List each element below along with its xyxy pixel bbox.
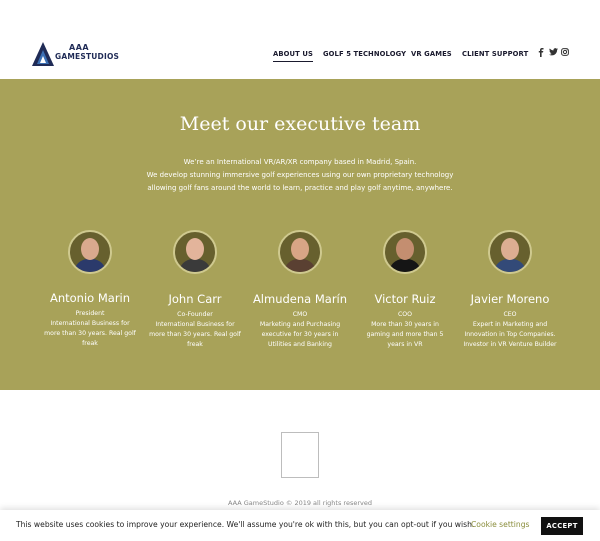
member-bio-line: executive for 30 years in — [261, 331, 339, 338]
member-role: COO — [397, 311, 413, 318]
member-description: CEO Expert in Marketing and Innovation i… — [455, 310, 565, 350]
cookie-consent-bar: This website uses cookies to improve you… — [0, 510, 600, 541]
twitter-icon[interactable] — [549, 48, 558, 58]
intro-line-3: allowing golf fans around the world to l… — [147, 184, 453, 192]
avatar-victor-ruiz — [383, 230, 427, 274]
member-bio-line: freak — [187, 341, 203, 348]
member-name: Almudena Marín — [252, 292, 348, 306]
member-role: Co-Founder — [177, 311, 213, 318]
member-bio-line: freak — [82, 340, 98, 347]
logo-text: AAA GAMESTUDIOS — [55, 43, 119, 61]
intro-line-1: We’re an International VR/AR/XR company … — [183, 158, 417, 166]
nav-about-us[interactable]: ABOUT US — [273, 50, 313, 62]
avatar-almudena-marin — [278, 230, 322, 274]
member-name: Antonio Marin — [49, 291, 131, 305]
nav-golf-5-technology[interactable]: GOLF 5 TECHNOLOGY — [323, 50, 406, 58]
cookie-message: This website uses cookies to improve you… — [16, 520, 475, 529]
logo-triangle-icon — [32, 42, 54, 66]
member-description: Co-Founder International Business for mo… — [140, 310, 250, 350]
member-name: Victor Ruiz — [374, 292, 436, 306]
nav-vr-games[interactable]: VR GAMES — [411, 50, 452, 58]
member-bio-line: International Business for — [50, 320, 130, 327]
executive-team-section: Meet our executive team We’re an Interna… — [0, 79, 600, 390]
avatar-john-carr — [173, 230, 217, 274]
member-bio-line: more than 30 years. Real golf — [44, 330, 136, 337]
member-bio-line: Investor in VR Venture Builder — [463, 341, 557, 348]
instagram-icon[interactable] — [561, 48, 569, 58]
member-bio-line: more than 30 years. Real golf — [149, 331, 241, 338]
facebook-icon[interactable] — [538, 48, 544, 59]
member-role: CMO — [292, 311, 308, 318]
member-description: CMO Marketing and Purchasing executive f… — [245, 310, 355, 350]
copyright-text: AAA GameStudio © 2019 all rights reserve… — [227, 499, 372, 507]
member-bio-line: More than 30 years in — [371, 321, 439, 328]
avatar-javier-moreno — [488, 230, 532, 274]
member-role: President — [75, 310, 105, 317]
member-bio-line: International Business for — [155, 321, 235, 328]
member-bio-line: gaming and more than 5 — [366, 331, 444, 338]
member-name: John Carr — [168, 292, 222, 306]
member-bio-line: Innovation in Top Companies. — [464, 331, 556, 338]
member-bio-line: Expert in Marketing and — [472, 321, 548, 328]
site-header: AAA GAMESTUDIOS ABOUT US GOLF 5 TECHNOLO… — [0, 0, 600, 79]
member-bio-line: Marketing and Purchasing — [259, 321, 341, 328]
member-name: Javier Moreno — [470, 292, 550, 306]
logo[interactable]: AAA GAMESTUDIOS — [31, 41, 119, 67]
logo-line-1: AAA — [69, 43, 90, 52]
member-description: COO More than 30 years in gaming and mor… — [350, 310, 460, 350]
cookie-settings-link[interactable]: Cookie settings — [471, 520, 529, 529]
image-placeholder — [281, 432, 319, 478]
member-description: President International Business for mor… — [35, 309, 145, 349]
logo-line-2: GAMESTUDIOS — [55, 52, 120, 61]
accept-cookies-button[interactable]: ACCEPT — [541, 517, 583, 535]
member-bio-line: Utilities and Banking — [268, 341, 332, 348]
avatar-antonio-marin — [68, 230, 112, 274]
member-role: CEO — [503, 311, 517, 318]
nav-client-support[interactable]: CLIENT SUPPORT — [462, 50, 528, 58]
section-title: Meet our executive team — [179, 113, 421, 135]
member-bio-line: years in VR — [387, 341, 423, 348]
intro-line-2: We develop stunning immersive golf exper… — [146, 171, 454, 179]
